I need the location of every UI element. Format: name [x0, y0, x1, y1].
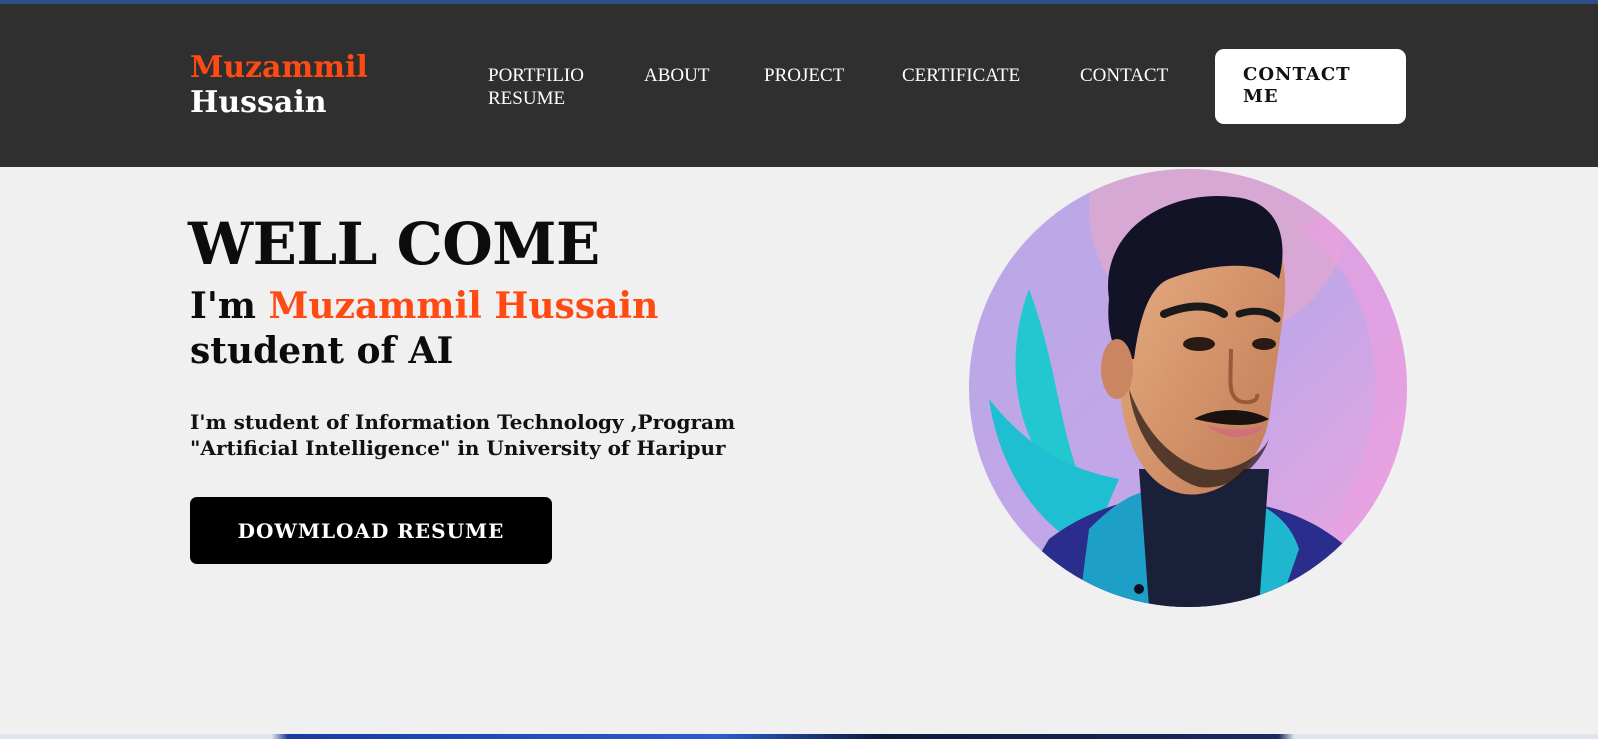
nav-link-about[interactable]: ABOUT — [644, 64, 709, 87]
profile-avatar — [969, 169, 1407, 607]
contact-me-button[interactable]: CONTACT ME — [1215, 49, 1406, 124]
hero-intro-prefix: I'm — [190, 285, 269, 327]
hero-name: Muzammil Hussain — [268, 285, 659, 327]
hero-description-line-1: I'm student of Information Technology ,P… — [190, 410, 736, 434]
hero-description: I'm student of Information Technology ,P… — [190, 409, 790, 461]
nav-link-certificate[interactable]: CERTIFICATE — [902, 64, 1020, 87]
download-resume-button[interactable]: DOWMLOAD RESUME — [190, 497, 552, 564]
hero-role: student of AI — [190, 330, 454, 372]
portfolio-page: Muzammil Hussain PORTFILIO RESUME ABOUT … — [0, 4, 1598, 734]
nav-link-project[interactable]: PROJECT — [764, 64, 844, 87]
avatar-illustration — [969, 169, 1407, 607]
site-logo[interactable]: Muzammil Hussain — [190, 50, 368, 120]
logo-last-name: Hussain — [190, 85, 327, 120]
nav-link-contact[interactable]: CONTACT — [1080, 64, 1168, 87]
nav-link-portfolio-resume[interactable]: PORTFILIO RESUME — [488, 64, 598, 110]
hero-description-line-2: "Artificial Intelligence" in University … — [190, 436, 726, 460]
desktop-bottom-strip — [0, 734, 1598, 739]
hero-title: WELL COME — [188, 210, 600, 278]
logo-first-name: Muzammil — [190, 50, 368, 85]
navbar: Muzammil Hussain PORTFILIO RESUME ABOUT … — [0, 4, 1598, 167]
hero-intro: I'm Muzammil Hussain — [190, 284, 658, 328]
